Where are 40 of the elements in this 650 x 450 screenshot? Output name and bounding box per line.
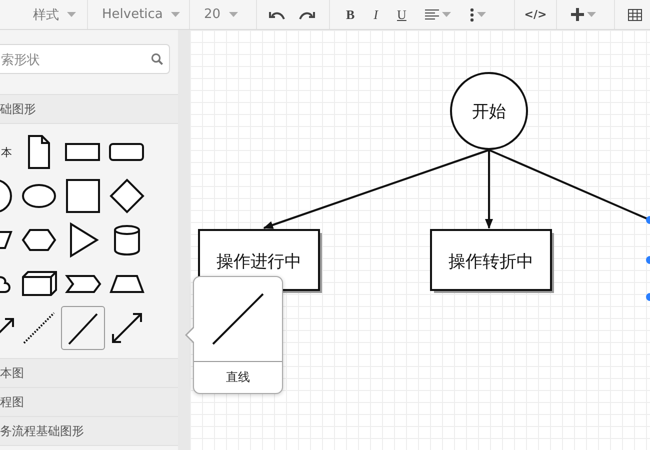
section-header[interactable]: 本图	[0, 358, 178, 387]
caret-icon	[228, 12, 238, 17]
start-node: 开始	[450, 72, 528, 150]
line-preview-icon	[212, 293, 264, 345]
align-dropdown[interactable]	[423, 8, 454, 20]
shape-label: 本	[1, 144, 13, 160]
undo-icon[interactable]	[269, 10, 285, 20]
section-header[interactable]: 务流程基础图形	[0, 416, 178, 446]
shape-item[interactable]	[61, 306, 105, 350]
align-left-icon	[425, 8, 440, 20]
plus-icon	[571, 8, 584, 21]
connection-handle[interactable]	[646, 293, 650, 301]
italic-button[interactable]: I	[372, 6, 380, 22]
section-header[interactable]: 程图	[0, 387, 178, 416]
caret-icon	[587, 12, 596, 17]
shape-item[interactable]: 本	[0, 130, 17, 174]
square-shape-icon	[63, 176, 103, 216]
bold-button[interactable]: B	[344, 6, 357, 22]
underline-button[interactable]: U	[395, 6, 408, 22]
shape-name: 直线	[225, 369, 251, 386]
caret-icon	[442, 12, 452, 17]
caret-icon	[170, 12, 180, 17]
redo-icon[interactable]	[299, 10, 315, 20]
caret-icon	[477, 12, 486, 17]
process-node: 操作转折中	[430, 229, 554, 293]
connection-handle[interactable]	[646, 216, 650, 224]
insert-dropdown[interactable]	[569, 8, 598, 21]
more-dropdown[interactable]	[468, 8, 488, 22]
code-button[interactable]: </>	[522, 8, 549, 21]
font-dropdown[interactable]: Helvetica	[102, 7, 180, 22]
caret-icon	[67, 12, 76, 17]
connection-handle[interactable]	[646, 256, 650, 264]
table-icon[interactable]	[628, 8, 642, 20]
diamond-shape-icon	[107, 176, 147, 216]
search-field[interactable]: 索形状	[0, 44, 170, 74]
vertical-dots-icon	[470, 8, 474, 22]
font-size-dropdown[interactable]: 20	[204, 7, 238, 22]
style-dropdown[interactable]: 样式	[33, 6, 76, 24]
section-header[interactable]: 础图形	[0, 94, 178, 123]
search-icon[interactable]	[151, 53, 163, 65]
